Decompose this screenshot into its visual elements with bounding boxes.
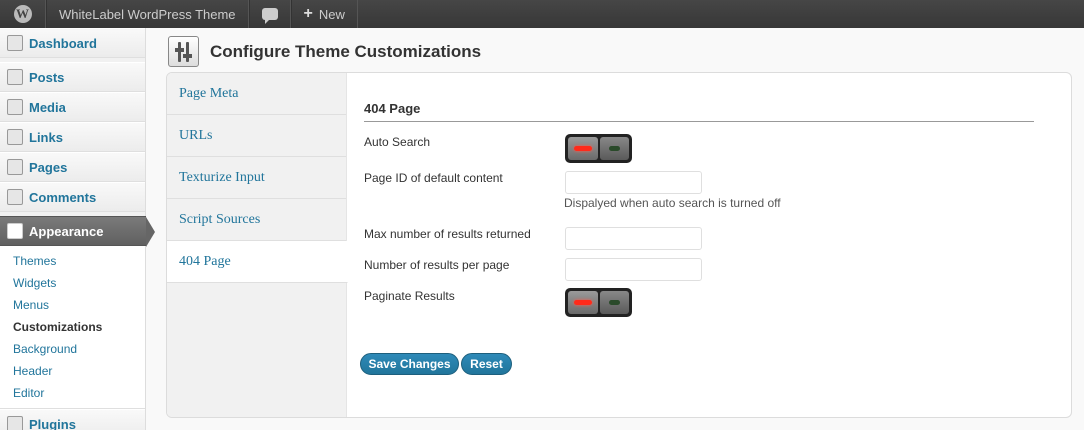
site-name-link[interactable]: WhiteLabel WordPress Theme [46, 0, 249, 28]
sidebar-item-label: Posts [29, 69, 65, 85]
options-panel: Page Meta URLs Texturize Input Script So… [166, 72, 1072, 418]
toggle-on-segment [599, 291, 629, 314]
auto-search-label: Auto Search [364, 135, 431, 149]
toggle-off-segment [568, 137, 598, 160]
comments-menu[interactable] [248, 0, 291, 28]
new-label: New [318, 6, 345, 22]
sidebar-item-comments[interactable]: Comments [0, 182, 145, 212]
page-title: Configure Theme Customizations [210, 41, 482, 61]
paginate-results-label: Paginate Results [364, 289, 455, 303]
submenu-item-themes[interactable]: Themes [0, 250, 145, 272]
green-led-icon [608, 300, 620, 305]
results-per-page-label: Number of results per page [364, 258, 510, 272]
sidebar-item-label: Pages [29, 159, 68, 175]
page-icon [7, 159, 23, 175]
tab-urls[interactable]: URLs [167, 115, 346, 157]
max-results-input[interactable] [565, 227, 702, 250]
wordpress-logo-icon: W [13, 5, 32, 23]
page-id-input[interactable] [565, 171, 702, 194]
admin-bar: W WhiteLabel WordPress Theme + New [0, 0, 1084, 28]
comment-bubble-icon [261, 8, 278, 24]
paginate-results-toggle[interactable] [565, 288, 632, 317]
admin-sidebar: Dashboard Posts Media Links Pages Commen… [0, 28, 155, 430]
sidebar-item-label: Plugins [29, 416, 76, 430]
section-title: 404 Page [364, 101, 1034, 122]
new-content-menu[interactable]: + New [290, 0, 358, 28]
submenu-item-menus[interactable]: Menus [0, 294, 145, 316]
page-id-description: Dispalyed when auto search is turned off [564, 196, 781, 210]
tab-texturize-input[interactable]: Texturize Input [167, 157, 346, 199]
green-led-icon [608, 146, 620, 151]
page-header: Configure Theme Customizations [168, 36, 481, 67]
submenu-item-header[interactable]: Header [0, 360, 145, 382]
tab-script-sources[interactable]: Script Sources [167, 199, 346, 241]
red-led-icon [573, 300, 592, 305]
sidebar-item-appearance[interactable]: Appearance [0, 216, 155, 247]
toggle-off-segment [568, 291, 598, 314]
reset-button[interactable]: Reset [461, 353, 512, 375]
sidebar-item-label: Links [29, 129, 63, 145]
sidebar-item-label: Appearance [29, 223, 104, 239]
wordpress-logo-menu[interactable]: W [0, 0, 46, 28]
auto-search-toggle[interactable] [565, 134, 632, 163]
pushpin-icon [7, 69, 23, 85]
submenu-item-customizations[interactable]: Customizations [0, 316, 145, 338]
appearance-icon [7, 223, 23, 239]
page-id-label: Page ID of default content [364, 171, 503, 185]
sidebar-item-dashboard[interactable]: Dashboard [0, 28, 145, 58]
sidebar-item-media[interactable]: Media [0, 92, 145, 122]
sidebar-item-label: Dashboard [29, 35, 97, 51]
comment-icon [7, 189, 23, 205]
submenu-item-widgets[interactable]: Widgets [0, 272, 145, 294]
tab-404-page[interactable]: 404 Page [167, 241, 348, 283]
sidebar-item-links[interactable]: Links [0, 122, 145, 152]
sidebar-item-label: Comments [29, 189, 97, 205]
red-led-icon [573, 146, 592, 151]
sidebar-item-posts[interactable]: Posts [0, 62, 145, 92]
customizations-sliders-icon [168, 36, 199, 67]
max-results-label: Max number of results returned [364, 227, 531, 241]
plugin-icon [7, 416, 23, 430]
toggle-on-segment [599, 137, 629, 160]
options-tabs: Page Meta URLs Texturize Input Script So… [167, 73, 348, 417]
sidebar-item-pages[interactable]: Pages [0, 152, 145, 182]
save-changes-button[interactable]: Save Changes [360, 353, 459, 375]
media-icon [7, 99, 23, 115]
submenu-item-editor[interactable]: Editor [0, 382, 145, 404]
results-per-page-input[interactable] [565, 258, 702, 281]
appearance-submenu: Themes Widgets Menus Customizations Back… [0, 246, 145, 409]
tab-page-meta[interactable]: Page Meta [167, 73, 346, 115]
home-icon [7, 35, 23, 51]
sidebar-item-label: Media [29, 99, 66, 115]
submenu-item-background[interactable]: Background [0, 338, 145, 360]
sidebar-item-plugins[interactable]: Plugins [0, 409, 145, 430]
plus-icon: + [303, 5, 313, 22]
link-icon [7, 129, 23, 145]
